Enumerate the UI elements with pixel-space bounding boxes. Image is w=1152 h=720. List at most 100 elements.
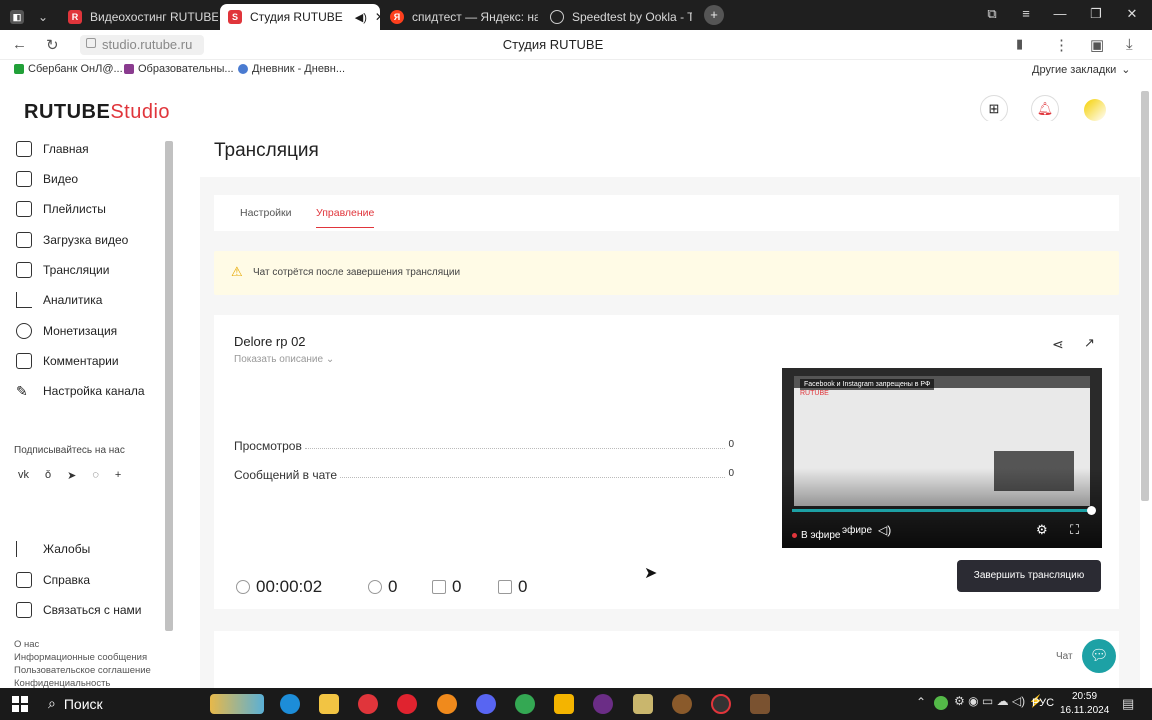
viber-icon[interactable]: ◌ [92,469,99,482]
tab-rutube-studio[interactable]: S Студия RUTUBE ◀) ✕ [220,4,380,30]
minimize-button[interactable]: — [1050,6,1070,21]
external-link-icon[interactable]: ↗ [1084,335,1095,351]
clock-date[interactable]: 16.11.2024 [1060,705,1109,716]
video-icon [16,171,32,187]
obs-icon[interactable] [711,694,731,714]
vk-icon[interactable]: vk [18,469,29,482]
footer-link-info[interactable]: Информационные сообщения [14,651,151,664]
end-stream-button[interactable]: Завершить трансляцию [957,560,1101,592]
tray-chevron-icon[interactable]: ⌃ [916,695,926,709]
file-explorer-icon[interactable] [319,694,339,714]
fullscreen-icon[interactable]: ⛶ [1070,522,1079,538]
sidebar-item-help[interactable]: Справка [16,572,90,588]
collections-icon[interactable]: ⧉ [982,6,1002,22]
volume-icon[interactable]: ◁) [878,523,891,537]
app-icon[interactable] [437,694,457,714]
speaker-icon[interactable]: ◀) [355,11,367,24]
opera-icon[interactable] [397,694,417,714]
avatar[interactable] [1084,99,1106,121]
progress-fill [792,509,1092,512]
tab-settings[interactable]: Настройки [240,207,292,219]
other-bookmarks[interactable]: Другие закладки ⌄ [1032,63,1131,77]
share-icon[interactable]: ⋖ [1052,336,1064,353]
tab-management[interactable]: Управление [316,207,375,228]
plus-icon[interactable]: + [115,469,121,482]
bookmark-icon[interactable]: ▮ [1016,36,1023,52]
rutube-studio-logo[interactable]: RUTUBEStudio [24,101,170,124]
new-tab-button[interactable]: + [704,5,724,25]
close-tab-icon[interactable]: ✕ [375,10,380,24]
stream-title: Delore rp 02 [234,334,306,349]
vpn-icon[interactable] [593,694,613,714]
yandex-browser-icon[interactable] [358,694,378,714]
owl-app-icon[interactable] [672,694,692,714]
browser-menu-icon[interactable]: ◧ [6,4,28,30]
sidebar-item-upload[interactable]: Загрузка видео [16,232,128,248]
add-content-button[interactable]: ⊞ [980,95,1008,123]
progress-handle[interactable] [1087,506,1096,515]
close-window-button[interactable]: ✕ [1122,6,1142,22]
bookmark-item[interactable]: Сбербанк ОнЛ@... [14,63,123,75]
edge-icon[interactable] [280,694,300,714]
footer-link-about[interactable]: О нас [14,638,151,651]
ok-icon[interactable]: ǒ [45,469,51,482]
tab-title: Speedtest by Ookla - The [572,10,692,24]
extensions-icon[interactable]: ▣ [1090,36,1104,54]
discord-icon[interactable] [476,694,496,714]
taskbar-search[interactable]: ⌕ Поиск [48,695,103,712]
clock-time[interactable]: 20:59 [1072,691,1097,702]
progress-track[interactable] [792,506,1096,515]
folder-icon[interactable] [554,694,574,714]
page-scrollbar[interactable] [1141,91,1149,501]
tray-app-icon[interactable] [934,696,948,710]
sidebar-item-contact[interactable]: Связаться с нами [16,602,141,618]
telegram-icon[interactable]: ➤ [67,469,76,482]
sidebar-item-label: Главная [43,142,89,156]
sber-icon [14,64,24,74]
chat-button[interactable]: 💬︎ [1082,639,1116,673]
sidebar-item-video[interactable]: Видео [16,171,78,187]
footer-link-agreement[interactable]: Пользовательское соглашение [14,664,151,677]
show-description-link[interactable]: Показать описание ⌄ [234,354,334,365]
notifications-bell-icon[interactable]: 🔔︎ [1031,95,1059,123]
weather-widget-icon[interactable] [210,694,264,714]
language-indicator[interactable]: РУС [1032,697,1054,709]
bookmark-item[interactable]: Образовательны... [124,63,234,75]
sidebar-item-playlists[interactable]: Плейлисты [16,201,106,217]
tab-title: Видеохостинг RUTUBE. С [90,10,218,24]
chrome-icon[interactable] [515,694,535,714]
windows-start-icon[interactable] [12,696,28,712]
tray-icons[interactable]: ⚙ ◉ ▭ ☁ ◁) ⚡ [954,694,1043,708]
sidebar-item-analytics[interactable]: Аналитика [16,292,102,308]
sidebar-item-label: Жалобы [43,542,91,556]
sidebar-item-channel-settings[interactable]: ✎ Настройка канала [16,383,145,399]
image-app-icon[interactable] [633,694,653,714]
help-icon [16,572,32,588]
bookmark-item[interactable]: Дневник - Дневн... [238,63,345,75]
sidebar-item-label: Аналитика [43,293,103,307]
main-content: Трансляция Настройки Управление ⚠ Чат со… [200,121,1140,688]
sidebar-item-complaints[interactable]: Жалобы [16,541,90,557]
tab-speedtest[interactable]: Speedtest by Ookla - The [542,4,692,30]
sidebar-item-comments[interactable]: Комментарии [16,353,119,369]
sidebar-item-monetization[interactable]: Монетизация [16,323,117,339]
more-icon[interactable]: ⋮ [1054,36,1069,54]
game-icon[interactable] [750,694,770,714]
download-icon[interactable]: ⤓ [1126,36,1133,53]
logo-studio-text: Studio [110,101,171,123]
tab-yandex-search[interactable]: Я спидтест — Яндекс: нашл [382,4,538,30]
menu-icon[interactable]: ≡ [1016,6,1036,21]
sidebar-item-label: Настройка канала [43,384,145,398]
settings-gear-icon[interactable]: ⚙ [1036,522,1048,538]
upload-icon [16,232,32,248]
restore-button[interactable]: ❐ [1086,6,1106,22]
tab-rutube-hosting[interactable]: R Видеохостинг RUTUBE. С [60,4,218,30]
notification-center-icon[interactable]: ▤ [1122,696,1134,712]
sidebar-scrollbar[interactable] [165,141,173,631]
stream-preview-player[interactable]: RUTUBE Facebook и Instagram запрещены в … [782,368,1102,548]
tab-list-chevron-icon[interactable]: ⌄ [32,4,54,30]
sidebar-item-label: Плейлисты [43,202,106,216]
sidebar-item-home[interactable]: Главная [16,141,89,157]
sidebar-item-streams[interactable]: Трансляции [16,262,109,278]
page-title: Трансляция [214,140,319,161]
